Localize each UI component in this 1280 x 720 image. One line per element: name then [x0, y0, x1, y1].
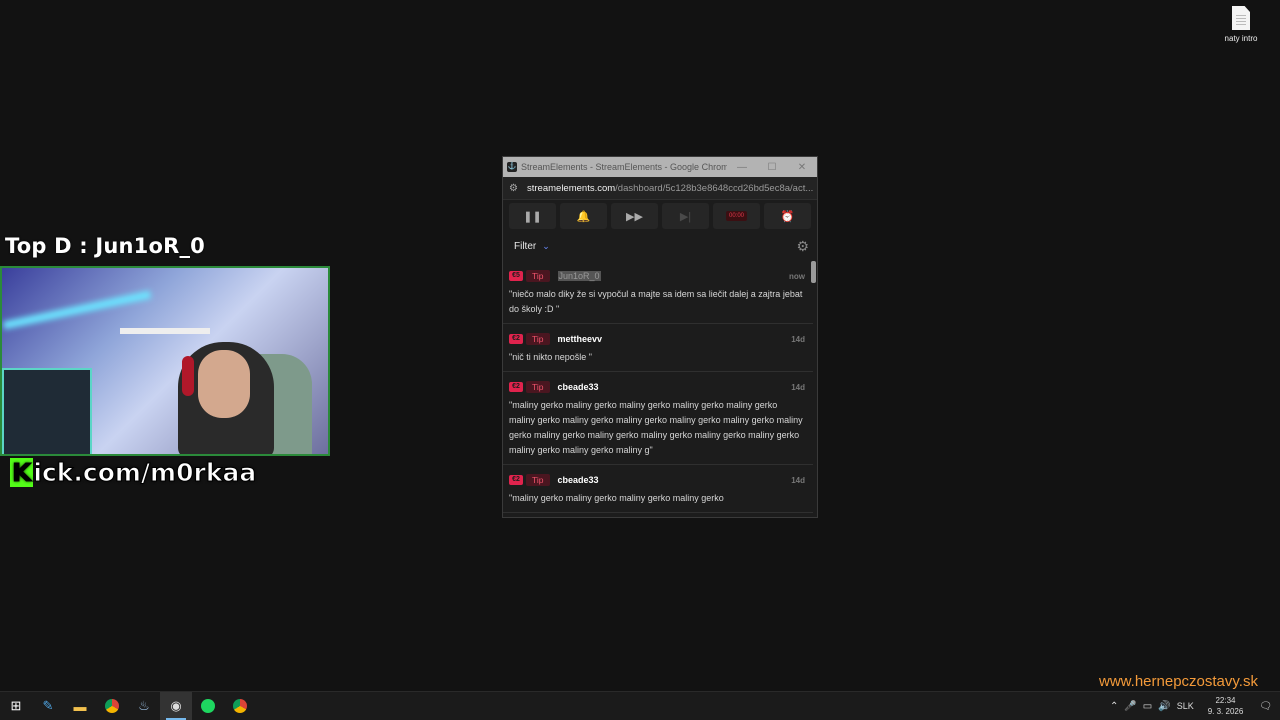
- timer-display: 00:00: [725, 211, 747, 221]
- taskbar: ⊞ ✎ ▬ ♨ ◉ ⌃ 🎤 ▭ 🔊 SLK 22:34 9. 3. 2026 🗨: [0, 691, 1280, 720]
- webcam-feed: [0, 266, 330, 456]
- list-item[interactable]: €2 Tip mettheevv 14d "nič ti nikto nepoš…: [503, 324, 813, 372]
- clock-time: 22:34: [1215, 696, 1236, 705]
- top-donor-label: Top D : Jun1oR_0: [5, 234, 205, 258]
- amount-badge: €5: [509, 271, 523, 281]
- username[interactable]: Jun1oR_0: [557, 271, 601, 281]
- timestamp: 14d: [791, 334, 805, 344]
- message-text: "maliny gerko maliny gerko maliny gerko …: [509, 493, 724, 503]
- maximize-icon[interactable]: ☐: [757, 162, 787, 173]
- notification-icon[interactable]: 🗨: [1259, 701, 1272, 712]
- system-tray: ⌃ 🎤 ▭ 🔊 SLK 22:34 9. 3. 2026 🗨: [1110, 695, 1280, 717]
- streamelements-window: ⚓ StreamElements - StreamElements - Goog…: [502, 156, 818, 518]
- pause-icon: ❚❚: [523, 210, 542, 223]
- activity-controls: ❚❚ 🔔 ▶▶ ▶| 00:00 ⏰: [503, 200, 817, 232]
- pen-icon: ✎: [42, 698, 54, 713]
- website-watermark: www.hernepczostavy.sk: [1099, 673, 1258, 690]
- taskbar-steam[interactable]: ♨: [128, 692, 160, 720]
- message-text: "maliny gerko maliny gerko maliny gerko …: [509, 400, 803, 455]
- close-icon[interactable]: ✕: [787, 162, 817, 173]
- event-type-badge: Tip: [526, 474, 550, 486]
- pause-button[interactable]: ❚❚: [509, 203, 556, 229]
- document-icon: [1232, 6, 1250, 30]
- skip-button[interactable]: ▶▶: [611, 203, 658, 229]
- folder-icon: ▬: [73, 698, 87, 714]
- microphone-icon[interactable]: 🎤: [1124, 701, 1136, 712]
- timestamp: 14d: [791, 382, 805, 392]
- start-button[interactable]: ⊞: [0, 692, 32, 720]
- event-type-badge: Tip: [526, 333, 550, 345]
- amount-badge: €2: [509, 334, 523, 344]
- streamelements-icon: ⚓: [507, 162, 517, 172]
- event-type-badge: Tip: [526, 381, 550, 393]
- username[interactable]: cbeade33: [558, 475, 599, 485]
- taskbar-chrome-profile[interactable]: [96, 692, 128, 720]
- mute-alerts-button[interactable]: 🔔: [560, 203, 607, 229]
- amount-badge: €2: [509, 475, 523, 485]
- timestamp: 14d: [791, 475, 805, 485]
- taskbar-file-explorer[interactable]: ▬: [64, 692, 96, 720]
- activity-feed[interactable]: €5 Tip Jun1oR_0 now "niečo malo diky že …: [503, 261, 813, 517]
- taskbar-chrome[interactable]: [224, 692, 256, 720]
- window-titlebar[interactable]: ⚓ StreamElements - StreamElements - Goog…: [503, 157, 817, 177]
- desktop-icon-naty-intro[interactable]: naty intro: [1218, 6, 1264, 43]
- desktop-icon-label: naty intro: [1224, 34, 1258, 43]
- timestamp: now: [789, 271, 805, 281]
- url-host: streamelements.com: [527, 182, 616, 194]
- obs-icon: ◉: [170, 698, 182, 713]
- windows-icon: ⊞: [10, 698, 22, 713]
- steam-icon: ♨: [138, 698, 150, 713]
- chrome-profile-icon: [105, 699, 119, 713]
- message-text: "nič ti nikto nepošle ": [509, 352, 592, 362]
- scrollbar-thumb[interactable]: [811, 261, 816, 283]
- network-icon[interactable]: ▭: [1143, 701, 1152, 712]
- filter-row: Filter ⌄ ⚙: [503, 232, 817, 260]
- username[interactable]: mettheevv: [558, 334, 603, 344]
- clock[interactable]: 22:34 9. 3. 2026: [1208, 695, 1244, 717]
- language-indicator[interactable]: SLK: [1177, 701, 1194, 711]
- event-type-badge: Tip: [526, 270, 550, 282]
- gear-icon[interactable]: ⚙: [796, 238, 809, 255]
- taskbar-spotify[interactable]: [192, 692, 224, 720]
- timer-button[interactable]: 00:00: [713, 203, 760, 229]
- site-settings-icon[interactable]: ⚙: [509, 183, 523, 194]
- username[interactable]: cbeade33: [558, 382, 599, 392]
- alarm-icon: ⏰: [780, 210, 795, 223]
- chrome-icon: [233, 699, 247, 713]
- list-item[interactable]: €2 Tip cbeade33 14d "maliny gerko maliny…: [503, 372, 813, 465]
- fast-forward-icon: ▶▶: [626, 210, 643, 223]
- list-item[interactable]: €5 Tip Jun1oR_0 now "niečo malo diky že …: [503, 261, 813, 324]
- address-bar[interactable]: ⚙ streamelements.com /dashboard/5c128b3e…: [503, 177, 817, 200]
- chevron-down-icon[interactable]: ⌄: [542, 241, 550, 252]
- chevron-up-icon[interactable]: ⌃: [1110, 701, 1118, 712]
- clock-date: 9. 3. 2026: [1207, 707, 1244, 716]
- next-button[interactable]: ▶|: [662, 203, 709, 229]
- skip-next-icon: ▶|: [679, 210, 692, 223]
- taskbar-obs[interactable]: ◉: [160, 692, 192, 720]
- taskbar-app-1[interactable]: ✎: [32, 692, 64, 720]
- minimize-icon[interactable]: —: [727, 162, 757, 173]
- volume-icon[interactable]: 🔊: [1158, 701, 1170, 712]
- alarm-button[interactable]: ⏰: [764, 203, 811, 229]
- bell-icon: 🔔: [576, 210, 591, 223]
- spotify-icon: [201, 699, 215, 713]
- filter-dropdown[interactable]: Filter: [514, 241, 536, 252]
- message-text: "niečo malo diky že si vypočul a majte s…: [509, 289, 803, 314]
- url-path: /dashboard/5c128b3e8648ccd26bd5ec8a/act.…: [615, 182, 814, 194]
- list-item[interactable]: €2 Tip cbeade33 14d "maliny gerko maliny…: [503, 465, 813, 513]
- window-title: StreamElements - StreamElements - Google…: [521, 162, 727, 172]
- amount-badge: €2: [509, 382, 523, 392]
- kick-channel-label: Kick.com/m0rkaa: [10, 458, 257, 488]
